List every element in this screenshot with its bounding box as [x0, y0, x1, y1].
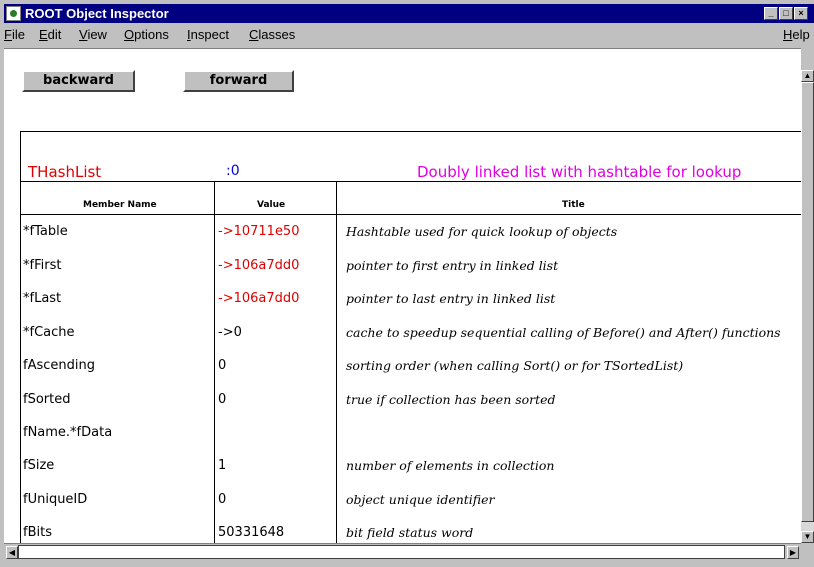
backward-button[interactable]: backward — [22, 70, 135, 92]
member-title: object unique identifier — [346, 492, 495, 507]
member-name[interactable]: fSorted — [23, 392, 70, 407]
scroll-down-icon[interactable]: ▼ — [801, 531, 814, 543]
scroll-right-icon[interactable]: ▶ — [787, 546, 799, 559]
column-header-title: Title — [562, 200, 585, 210]
horizontal-scroll-track[interactable] — [18, 545, 785, 559]
member-name[interactable]: *fLast — [23, 291, 61, 306]
member-title: Hashtable used for quick lookup of objec… — [346, 224, 618, 239]
member-name[interactable]: fName.*fData — [23, 425, 112, 440]
class-title: Doubly linked list with hashtable for lo… — [417, 163, 742, 181]
column-divider — [20, 214, 802, 215]
member-title: true if collection has been sorted — [346, 392, 556, 407]
member-name[interactable]: *fCache — [23, 325, 75, 340]
member-name[interactable]: fBits — [23, 525, 52, 540]
menu-help[interactable]: Help — [783, 24, 810, 46]
member-name[interactable]: fAscending — [23, 358, 95, 373]
member-value: 1 — [218, 458, 227, 473]
app-icon — [6, 6, 21, 21]
member-name[interactable]: *fFirst — [23, 258, 61, 273]
menu-classes[interactable]: Classes — [249, 24, 295, 46]
vertical-scrollbar[interactable]: ▲ ▼ — [801, 70, 814, 543]
pointer-value-link[interactable]: ->106a7dd0 — [218, 291, 299, 306]
column-header-value: Value — [257, 200, 286, 210]
class-name[interactable]: THashList — [28, 163, 101, 181]
close-button[interactable]: × — [794, 7, 808, 20]
menu-bar: File Edit View Options Inspect Classes Help — [4, 24, 814, 46]
member-title: sorting order (when calling Sort() or fo… — [346, 358, 684, 373]
menu-options[interactable]: Options — [124, 24, 169, 46]
column-header-name: Member Name — [83, 200, 157, 210]
vertical-scroll-thumb[interactable] — [801, 82, 814, 522]
member-name[interactable]: fSize — [23, 458, 54, 473]
member-title: number of elements in collection — [346, 458, 555, 473]
header-divider — [20, 181, 802, 182]
column-separator-1 — [214, 181, 215, 547]
scroll-left-icon[interactable]: ◀ — [6, 546, 18, 559]
menu-view[interactable]: View — [79, 24, 107, 46]
pointer-value-link[interactable]: ->106a7dd0 — [218, 258, 299, 273]
member-value: ->0 — [218, 325, 242, 340]
minimize-button[interactable]: _ — [764, 7, 778, 20]
member-title: cache to speedup sequential calling of B… — [346, 325, 781, 340]
member-title: pointer to first entry in linked list — [346, 258, 559, 273]
member-name[interactable]: *fTable — [23, 224, 68, 239]
pointer-value-link[interactable]: ->10711e50 — [218, 224, 299, 239]
member-name[interactable]: fUniqueID — [23, 492, 87, 507]
forward-button[interactable]: forward — [183, 70, 294, 92]
inspector-window: ROOT Object Inspector _ □ × File Edit View… — [0, 0, 814, 567]
member-value: 0 — [218, 392, 227, 407]
window-title: ROOT Object Inspector — [25, 6, 169, 21]
member-value: 0 — [218, 492, 227, 507]
member-title: pointer to last entry in linked list — [346, 291, 556, 306]
maximize-button[interactable]: □ — [779, 7, 793, 20]
scroll-up-icon[interactable]: ▲ — [801, 70, 814, 82]
menu-file[interactable]: File — [4, 24, 25, 46]
menu-edit[interactable]: Edit — [39, 24, 61, 46]
column-separator-2 — [336, 181, 337, 547]
object-value: :0 — [226, 163, 240, 179]
member-value: 0 — [218, 358, 227, 373]
member-title: bit field status word — [346, 525, 474, 540]
horizontal-scrollbar[interactable]: ◀ ▶ — [4, 543, 801, 560]
member-value: 50331648 — [218, 525, 285, 540]
title-bar[interactable]: ROOT Object Inspector _ □ × — [4, 4, 814, 23]
menu-inspect[interactable]: Inspect — [187, 24, 229, 46]
